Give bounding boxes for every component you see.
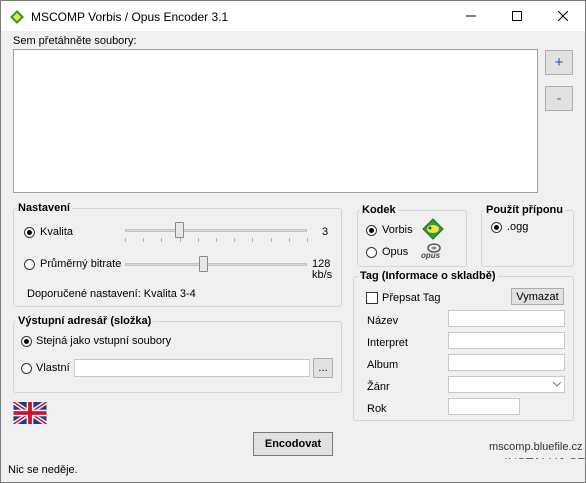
quality-slider-track[interactable]: [125, 229, 307, 232]
slider-tick: [143, 238, 145, 242]
artist-label: Interpret: [367, 337, 408, 349]
artist-input[interactable]: [448, 332, 565, 349]
output-title: Výstupní adresář (složka): [16, 315, 154, 327]
slider-tick: [197, 238, 199, 242]
album-label: Album: [367, 359, 399, 371]
slider-tick: [234, 238, 236, 242]
custom-folder-label: Vlastní: [36, 362, 70, 374]
genre-label: Žánr: [367, 381, 390, 393]
tag-title: Tag (Informace o skladbě): [358, 270, 498, 282]
minimize-icon: [466, 15, 476, 17]
browse-button[interactable]: ...: [313, 358, 333, 378]
album-input[interactable]: [448, 354, 565, 371]
settings-title: Nastavení: [16, 202, 72, 214]
opus-radio[interactable]: [366, 247, 377, 258]
maximize-icon: [512, 11, 522, 21]
quality-label: Kvalita: [40, 226, 74, 238]
same-folder-label: Stejná jako vstupní soubory: [36, 335, 172, 347]
chevron-down-icon: [553, 382, 561, 387]
year-input[interactable]: [448, 398, 520, 415]
ogg-label: .ogg: [507, 221, 529, 233]
vorbis-label: Vorbis: [382, 224, 413, 236]
encode-button[interactable]: Encodovat: [253, 432, 333, 456]
slider-tick: [179, 238, 181, 242]
english-flag-icon[interactable]: [13, 402, 47, 424]
custom-folder-radio[interactable]: [21, 363, 32, 374]
quality-value: 3: [322, 226, 329, 238]
bitrate-slider-track[interactable]: [125, 263, 307, 266]
add-file-button[interactable]: +: [545, 50, 573, 75]
extension-title: Použít příponu: [484, 204, 565, 216]
minimize-button[interactable]: [448, 1, 494, 31]
app-icon: [10, 10, 24, 24]
bitrate-label: Průměrný bitrate: [40, 258, 122, 270]
output-group: [13, 321, 342, 393]
maximize-button[interactable]: [494, 1, 540, 31]
recommended-settings: Doporučené nastavení: Kvalita 3-4: [27, 288, 196, 300]
name-label: Název: [367, 315, 399, 327]
slider-tick: [270, 238, 272, 242]
codec-group: [357, 210, 467, 267]
codec-title: Kodek: [360, 204, 398, 216]
slider-tick: [252, 238, 254, 242]
file-drop-list[interactable]: [13, 49, 538, 193]
quality-radio[interactable]: [24, 227, 35, 238]
vorbis-radio[interactable]: [366, 225, 377, 236]
genre-select[interactable]: [448, 376, 565, 393]
overwrite-tag-checkbox[interactable]: [366, 292, 378, 304]
year-label: Rok: [367, 403, 387, 415]
slider-tick: [161, 238, 163, 242]
close-button[interactable]: [540, 1, 586, 31]
clear-tag-button[interactable]: Vymazat: [511, 288, 564, 305]
extension-group: [481, 210, 574, 267]
overwrite-tag-label: Přepsat Tag: [382, 292, 441, 304]
remove-file-button[interactable]: -: [545, 86, 573, 111]
bitrate-slider-thumb[interactable]: [199, 256, 208, 272]
custom-folder-input[interactable]: [74, 359, 310, 377]
slider-tick: [125, 238, 126, 242]
slider-tick: [307, 238, 308, 242]
quality-slider-thumb[interactable]: [175, 222, 184, 238]
close-icon: [558, 11, 568, 21]
slider-tick: [288, 238, 290, 242]
same-folder-radio[interactable]: [21, 336, 32, 347]
drop-label: Sem přetáhněte soubory:: [13, 35, 137, 47]
vorbis-logo-icon: [422, 218, 444, 240]
slider-tick: [216, 238, 217, 242]
website-link[interactable]: mscomp.bluefile.cz: [489, 441, 583, 453]
app-window: MSCOMP Vorbis / Opus Encoder 3.1 Sem pře…: [0, 0, 586, 483]
opus-label: Opus: [382, 246, 409, 258]
window-title: MSCOMP Vorbis / Opus Encoder 3.1: [31, 10, 229, 24]
bitrate-unit: kb/s: [312, 269, 333, 281]
bitrate-radio[interactable]: [24, 259, 35, 270]
opus-logo-text: opus: [421, 251, 441, 260]
status-text: Nic se neděje.: [8, 464, 78, 476]
name-input[interactable]: [448, 310, 565, 327]
status-bar: Nic se neděje.: [1, 459, 585, 482]
ogg-radio[interactable]: [491, 222, 502, 233]
title-bar: MSCOMP Vorbis / Opus Encoder 3.1: [1, 1, 585, 31]
